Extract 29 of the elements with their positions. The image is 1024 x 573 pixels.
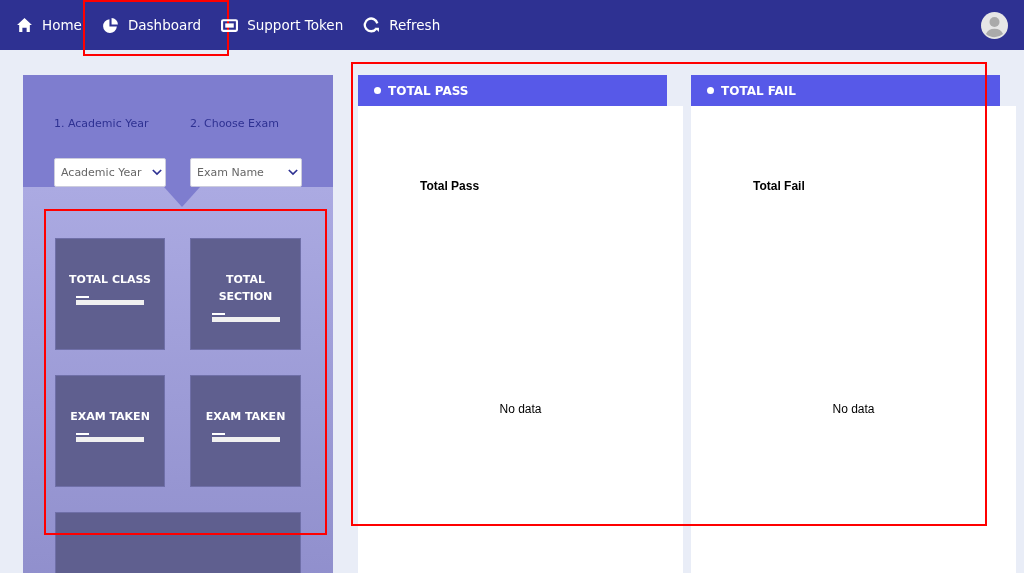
ticket-icon bbox=[221, 16, 239, 34]
loading-bar-icon bbox=[76, 433, 144, 442]
loading-bar-icon bbox=[211, 433, 280, 442]
card-header: TOTAL PASS bbox=[358, 75, 667, 106]
chart-title: Total Fail bbox=[753, 179, 805, 193]
chevron-down-icon bbox=[288, 169, 298, 176]
loading-bar-icon bbox=[211, 313, 280, 322]
nav-link[interactable]: Dashboard bbox=[92, 0, 211, 50]
nav-link[interactable]: Refresh bbox=[354, 0, 450, 50]
pie-icon bbox=[101, 16, 119, 34]
empty-message: No data bbox=[831, 402, 876, 416]
loading-bar-icon bbox=[76, 296, 144, 305]
tile-title: TOTAL CLASS bbox=[69, 272, 151, 288]
avatar-icon[interactable] bbox=[981, 11, 1008, 39]
tile-title: EXAM TAKEN bbox=[70, 409, 150, 425]
dropdown[interactable]: Exam Name bbox=[190, 158, 302, 187]
empty-message: No data bbox=[498, 402, 543, 416]
refresh-icon bbox=[363, 16, 381, 34]
chart-title: Total Pass bbox=[420, 179, 480, 193]
nav-link[interactable]: Home bbox=[16, 0, 91, 50]
filter-label: 2. Choose Exam bbox=[190, 117, 280, 130]
chevron-down-icon bbox=[152, 169, 162, 176]
filter-label: 1. Academic Year bbox=[54, 117, 150, 130]
dropdown[interactable]: Academic Year bbox=[54, 158, 166, 187]
tile-title: TOTAL SECTION bbox=[217, 272, 274, 305]
home-icon bbox=[16, 16, 33, 34]
card-header: TOTAL FAIL bbox=[691, 75, 1000, 106]
tile-title: EXAM TAKEN bbox=[205, 409, 286, 425]
nav-link[interactable]: Support Token bbox=[212, 0, 353, 50]
